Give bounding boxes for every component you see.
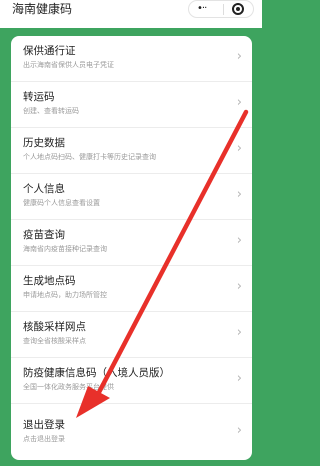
chevron-right-icon: › [236, 49, 242, 64]
page-title: 海南健康码 [12, 2, 73, 16]
chevron-right-icon: › [236, 423, 242, 438]
menu-item-subtitle: 查询全省核酸采样点 [23, 337, 86, 345]
menu-item-transfer-code[interactable]: 转运码 创建、查看转运码 › [11, 82, 252, 128]
menu-item-vaccine-query[interactable]: 疫苗查询 海南省内疫苗接种记录查询 › [11, 220, 252, 266]
more-dots-icon[interactable]: •·· [197, 2, 207, 16]
menu-item-pass[interactable]: 保供通行证 出示海南省保供人员电子凭证 › [11, 36, 252, 82]
menu-item-title: 防疫健康信息码（入境人员版） [23, 367, 170, 379]
chevron-right-icon: › [236, 279, 242, 294]
close-target-icon[interactable] [232, 3, 244, 15]
menu-item-title: 转运码 [23, 91, 55, 103]
menu-item-title: 退出登录 [23, 419, 65, 431]
menu-item-generate-place-code[interactable]: 生成地点码 申请地点码，助力场所管控 › [11, 266, 252, 312]
chevron-right-icon: › [236, 141, 242, 156]
menu-item-title: 核酸采样网点 [23, 321, 86, 333]
menu-item-title: 历史数据 [23, 137, 65, 149]
top-bar: 海南健康码 •·· [0, 0, 262, 28]
chevron-right-icon: › [236, 233, 242, 248]
menu-item-logout[interactable]: 退出登录 点击退出登录 › [11, 404, 252, 460]
menu-item-subtitle: 健康码个人信息查看设置 [23, 199, 100, 207]
menu-item-personal-info[interactable]: 个人信息 健康码个人信息查看设置 › [11, 174, 252, 220]
chevron-right-icon: › [236, 325, 242, 340]
chevron-right-icon: › [236, 95, 242, 110]
mini-program-capsule: •·· [188, 0, 254, 18]
menu-item-title: 个人信息 [23, 183, 65, 195]
menu-item-subtitle: 全国一体化政务服务平台提供 [23, 383, 114, 391]
chevron-right-icon: › [236, 187, 242, 202]
menu-item-entry-health-code[interactable]: 防疫健康信息码（入境人员版） 全国一体化政务服务平台提供 › [11, 358, 252, 404]
menu-item-title: 生成地点码 [23, 275, 76, 287]
menu-item-subtitle: 海南省内疫苗接种记录查询 [23, 245, 107, 253]
menu-item-subtitle: 个人地点码扫码、健康打卡等历史记录查询 [23, 153, 156, 161]
menu-item-nucleic-sampling[interactable]: 核酸采样网点 查询全省核酸采样点 › [11, 312, 252, 358]
menu-item-subtitle: 创建、查看转运码 [23, 107, 79, 115]
menu-item-subtitle: 出示海南省保供人员电子凭证 [23, 61, 114, 69]
menu-item-title: 疫苗查询 [23, 229, 65, 241]
menu-item-subtitle: 申请地点码，助力场所管控 [23, 291, 107, 299]
menu-item-title: 保供通行证 [23, 45, 76, 57]
menu-item-history[interactable]: 历史数据 个人地点码扫码、健康打卡等历史记录查询 › [11, 128, 252, 174]
chevron-right-icon: › [236, 371, 242, 386]
menu-item-subtitle: 点击退出登录 [23, 435, 65, 443]
capsule-divider [223, 4, 224, 15]
menu-card: 保供通行证 出示海南省保供人员电子凭证 › 转运码 创建、查看转运码 › 历史数… [11, 36, 252, 460]
